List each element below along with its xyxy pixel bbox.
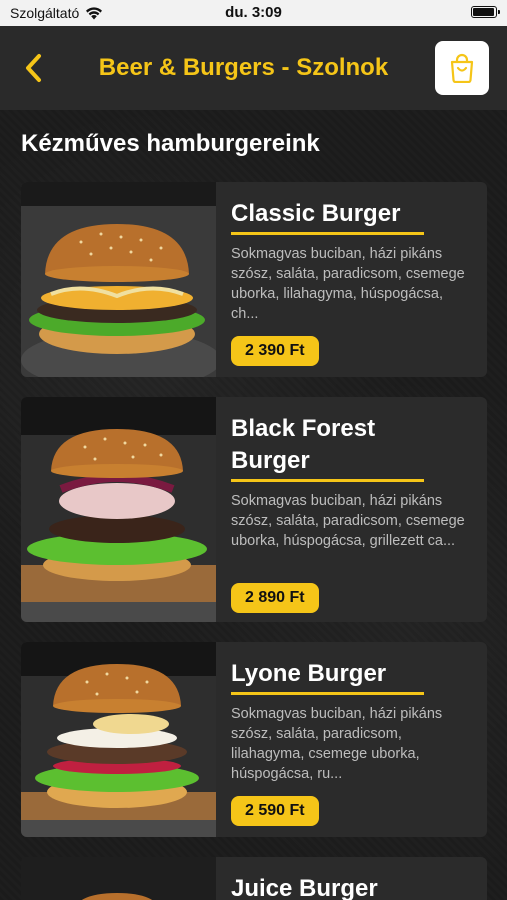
product-name: Classic Burger [231, 200, 401, 227]
product-card[interactable]: Juice Burger [21, 857, 487, 900]
title-underline [231, 692, 424, 695]
product-name: Juice Burger [231, 875, 378, 900]
status-time: du. 3:09 [225, 4, 282, 21]
price-badge[interactable]: 2 890 Ft [231, 583, 319, 613]
price-badge[interactable]: 2 590 Ft [231, 796, 319, 826]
product-card[interactable]: Classic Burger Sokmagvas buciban, házi p… [21, 182, 487, 377]
burger-image [21, 397, 216, 622]
product-name: Lyone Burger [231, 660, 387, 687]
status-bar: Szolgáltató du. 3:09 [0, 0, 507, 26]
burger-image [21, 642, 216, 837]
product-description: Sokmagvas buciban, házi pikáns szósz, sa… [231, 246, 465, 322]
price-badge[interactable]: 2 390 Ft [231, 336, 319, 366]
title-underline [231, 232, 424, 235]
cart-button[interactable] [435, 41, 489, 95]
product-description: Sokmagvas buciban, házi pikáns szósz, sa… [231, 706, 443, 782]
title-underline [231, 479, 424, 482]
product-name: Black Forest Burger [231, 415, 376, 474]
section-title: Kézműves hamburgereink [21, 130, 320, 157]
battery-icon [471, 6, 500, 18]
burger-image [21, 857, 216, 900]
burger-image [21, 182, 216, 377]
page-title: Beer & Burgers - Szolnok [98, 54, 389, 81]
product-description: Sokmagvas buciban, házi pikáns szósz, sa… [231, 493, 465, 549]
shopping-bag-icon [450, 53, 474, 83]
back-button[interactable] [16, 50, 52, 86]
product-card[interactable]: Black Forest Burger Sokmagvas buciban, h… [21, 397, 487, 622]
app-header: Beer & Burgers - Szolnok [0, 26, 507, 110]
chevron-left-icon [26, 54, 41, 82]
product-card[interactable]: Lyone Burger Sokmagvas buciban, házi pik… [21, 642, 487, 837]
